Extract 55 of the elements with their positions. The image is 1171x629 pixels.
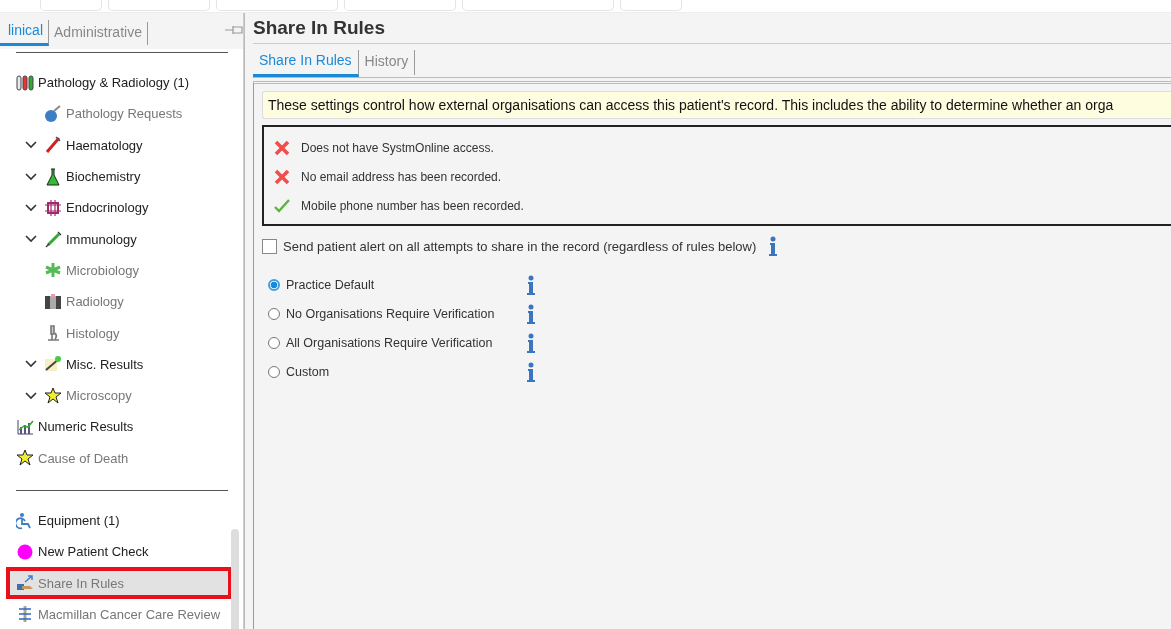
chevron-icon[interactable] — [25, 141, 37, 150]
tree-item[interactable]: Share In Rules — [6, 567, 232, 599]
x-ray-icon — [44, 292, 62, 311]
bug-icon — [44, 198, 62, 217]
info-icon[interactable] — [526, 274, 536, 295]
page-title: Share In Rules — [253, 17, 386, 40]
chevron-icon[interactable] — [25, 235, 37, 244]
dot-icon — [16, 542, 34, 561]
star-icon — [44, 386, 62, 405]
test-tubes-icon — [16, 73, 34, 92]
scrollbar-thumb[interactable] — [231, 529, 239, 629]
info-icon[interactable] — [768, 236, 779, 256]
share-hand-icon — [16, 574, 34, 593]
tree-item[interactable]: Haematology — [10, 129, 234, 161]
tree-item[interactable]: Cause of Death — [10, 442, 228, 474]
bar-chart-icon — [16, 417, 34, 436]
radio-option[interactable]: All Organisations Require Verification — [268, 335, 526, 350]
syringe-icon — [44, 230, 62, 249]
spine-icon — [16, 605, 34, 624]
wheelchair-icon — [16, 511, 34, 530]
flask-icon — [44, 104, 62, 123]
asterisk-icon — [44, 261, 62, 280]
status-text: Mobile phone number has been recorded. — [301, 198, 524, 213]
tree-item[interactable]: New Patient Check — [10, 536, 228, 568]
chevron-icon[interactable] — [25, 391, 37, 400]
tree-item[interactable]: Equipment (1) — [10, 504, 228, 537]
info-icon[interactable] — [526, 361, 536, 382]
info-banner: These settings control how external organisations can access this patient's record. This includes the ability to determine whether an orga — [262, 91, 1171, 119]
tree-item[interactable]: Endocrinology — [10, 192, 234, 224]
radio-option[interactable]: No Organisations Require Verification — [268, 306, 526, 321]
tree-item[interactable]: Radiology — [10, 286, 234, 318]
status-text: No email address has been recorded. — [301, 169, 502, 184]
tree-item[interactable]: Pathology Requests — [10, 98, 234, 130]
chevron-icon[interactable] — [25, 172, 37, 181]
tree-item[interactable]: Numeric Results — [10, 411, 228, 443]
tree-item[interactable]: Microbiology — [10, 254, 234, 287]
tree-item[interactable]: Immunology — [10, 223, 234, 255]
info-icon[interactable] — [526, 303, 536, 324]
radio-option[interactable]: Custom — [268, 364, 526, 379]
star-icon — [16, 449, 34, 468]
tree-item[interactable]: Histology — [10, 317, 234, 349]
tree-item[interactable]: Macmillan Cancer Care Review — [10, 598, 228, 629]
tree-item[interactable]: Biochemistry — [10, 160, 234, 193]
status-text: Does not have SystmOnline access. — [301, 140, 494, 155]
info-icon[interactable] — [526, 332, 536, 353]
tree-item[interactable]: Misc. Results — [10, 348, 234, 380]
thermometer-icon — [44, 136, 62, 155]
chevron-icon[interactable] — [25, 360, 37, 369]
misc-results-icon — [44, 355, 62, 374]
tree-item[interactable]: Microscopy — [10, 379, 234, 412]
radio-option[interactable]: Practice Default — [268, 277, 526, 292]
chevron-icon[interactable] — [25, 203, 37, 212]
conical-flask-icon — [44, 167, 62, 186]
alert-checkbox[interactable]: Send patient alert on all attempts to share in the record (regardless of rules below) — [262, 238, 757, 254]
tree-item[interactable]: Pathology & Radiology (1) — [10, 67, 228, 99]
